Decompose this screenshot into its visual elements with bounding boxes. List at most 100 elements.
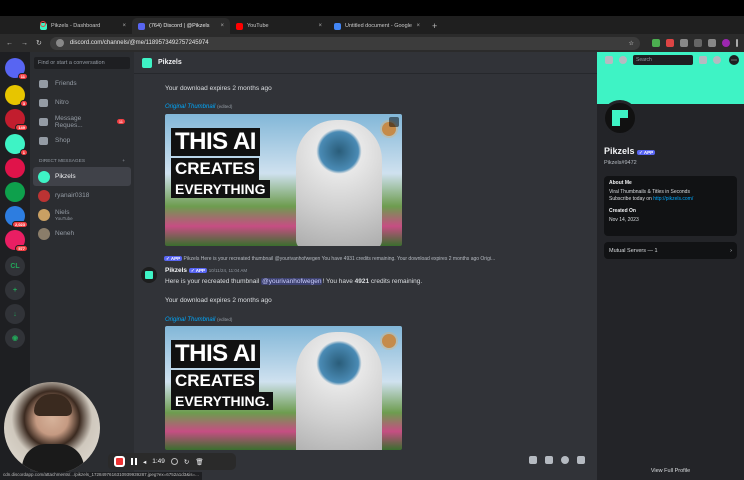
friends-icon [39,79,48,88]
about-card: About Me Viral Thumbnails & Titles in Se… [604,176,737,236]
gif-icon[interactable] [529,456,537,464]
link-text[interactable]: Original Thumbnail [165,104,215,110]
profile-name: Pikzels ✓ APP [604,146,656,156]
thumbnail-image[interactable]: THIS AI CREATES EVERYTHING. [165,326,402,450]
more-options-icon[interactable]: ⋯ [729,55,739,65]
tab-favicon-icon [236,22,243,30]
guild-icon-5[interactable] [5,182,25,202]
user-mention[interactable]: @yourivanhofwegen [261,278,323,285]
view-full-profile-link[interactable]: View Full Profile [597,468,744,474]
dm-name: Niels [55,208,70,216]
pin-icon[interactable] [605,56,613,64]
apps-icon[interactable] [577,456,585,464]
profile-avatar[interactable] [602,100,638,136]
guild-icon-3[interactable]: 1 [5,134,28,156]
browser-tab-strip: Pikzels - Dashboard × (764) Discord | @Pik… [0,16,744,34]
sidebar-item-shop[interactable]: Shop [30,131,134,150]
find-conversation-input[interactable]: Find or start a conversation [34,57,130,69]
reload-icon[interactable]: ↻ [36,39,42,47]
emoji-icon[interactable] [561,456,569,464]
avatar [38,189,50,202]
discord-home-icon[interactable]: 11 [5,58,28,80]
user-profile-panel: ⋯ Pikzels ✓ APP Pikzels#9472 About Me Vi… [597,52,744,480]
help-icon[interactable] [713,56,721,64]
guild-icon-1[interactable]: 3 [5,85,28,107]
delete-icon[interactable]: 🗑 [195,458,203,466]
avatar [38,208,50,221]
reply-preview[interactable]: ✓ APP Pikzels Here is your recreated thu… [164,256,495,262]
forward-icon[interactable]: → [21,40,28,47]
guild-icon-4[interactable] [5,158,25,178]
body-text: Here is your recreated thumbnail [165,278,262,285]
dm-item[interactable]: Niels YouTube [33,205,131,224]
create-dm-button[interactable]: + [122,159,125,164]
mute-icon[interactable]: ◂ [143,458,146,466]
browser-tab[interactable]: (764) Discord | @Pikzels × [132,18,230,34]
tab-title: Pikzels - Dashboard [51,23,101,29]
original-thumbnail-link[interactable]: Original Thumbnail (edited) [165,103,232,110]
close-tab-icon[interactable]: × [416,23,420,29]
inbox-icon[interactable] [699,56,707,64]
settings-icon[interactable] [170,458,178,465]
menu-kebab-icon[interactable] [736,39,738,47]
close-tab-icon[interactable]: × [220,23,224,29]
guild-icon-cl[interactable]: CL [5,256,25,276]
avatar [38,227,50,240]
pikzels-website-link[interactable]: http://pikzels.com/ [653,196,693,202]
sticker-icon[interactable] [545,456,553,464]
discover-icon[interactable]: ◉ [5,328,25,348]
message-avatar[interactable] [141,267,157,283]
download-apps-icon[interactable]: ↓ [5,304,25,324]
sidebar-item-message-reques[interactable]: Message Reques... 11 [30,112,134,131]
user-profile-toggle-icon[interactable] [619,56,627,64]
bookmark-star-icon[interactable]: ☆ [628,40,633,47]
message-author-line: Pikzels ✓ APP 10/11/24, 11:04 AM [165,267,247,274]
dm-item[interactable]: Neneh [33,224,131,243]
edited-label: (edited) [217,104,233,109]
link-text[interactable]: Original Thumbnail [165,317,215,323]
profile-avatar-icon[interactable] [722,39,730,47]
original-thumbnail-link[interactable]: Original Thumbnail (edited) [165,316,232,323]
tab-favicon-icon [138,22,145,30]
extension-icon[interactable] [666,39,674,47]
browser-tab[interactable]: YouTube × [230,18,328,34]
sidebar-item-friends[interactable]: Friends [30,74,134,93]
url-bar[interactable]: discord.com/channels/@me/118957349275724… [49,36,640,50]
guild-icon-7[interactable]: 577 [5,230,28,252]
thumbnail-image[interactable]: THIS AI CREATES EVERYTHING [165,114,402,246]
author-name[interactable]: Pikzels [165,267,187,274]
guild-icon-2[interactable]: 149 [5,109,28,131]
restart-icon[interactable]: ↻ [184,458,189,466]
about-line: Viral Thumbnails & Titles in Seconds [609,189,690,195]
puzzle-icon[interactable] [680,39,688,47]
browser-tab[interactable]: Untitled document - Google × [328,18,426,34]
close-tab-icon[interactable]: × [318,23,322,29]
profile-tag: Pikzels#9472 [604,160,637,166]
download-icon[interactable] [694,39,702,47]
extension-icon[interactable] [652,39,660,47]
thumbnail-text: EVERYTHING [171,180,270,198]
dm-item[interactable]: ryanair0318 [33,186,131,205]
new-tab-button[interactable]: + [426,21,443,34]
thumbnail-text: THIS AI [171,340,260,368]
stop-recording-icon[interactable] [114,456,125,467]
dm-item[interactable]: Pikzels [33,167,131,186]
add-server-icon[interactable]: + [5,280,25,300]
close-tab-icon[interactable]: × [122,23,126,29]
expiry-text: Your download expires 2 months ago [165,85,272,92]
dm-name: Pikzels [55,173,76,180]
astronaut-illustration [296,120,382,246]
pause-icon[interactable] [131,458,137,465]
site-info-icon[interactable] [55,39,64,47]
sidebar-item-nitro[interactable]: Nitro [30,93,134,112]
thumbnail-text: CREATES [171,158,259,180]
guild-icon-6[interactable]: 2,023 [5,206,28,228]
browser-tab[interactable]: Pikzels - Dashboard × [34,18,132,34]
discord-app: 11 3 149 1 2,023 577 CL + ↓ ◉ Find or start a con… [0,52,744,480]
edited-label: (edited) [217,317,233,322]
search-input[interactable]: Search [633,55,693,65]
split-view-icon[interactable] [708,39,716,47]
back-icon[interactable]: ← [6,40,13,47]
mutual-servers-button[interactable]: Mutual Servers — 1 › [604,242,737,259]
expand-image-icon[interactable] [389,117,399,127]
